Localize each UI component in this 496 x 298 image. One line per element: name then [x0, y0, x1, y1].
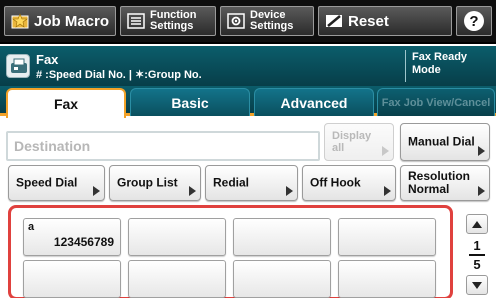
settings-icon [227, 13, 245, 29]
display-all-button[interactable]: Display all [324, 123, 394, 161]
destination-field[interactable]: Destination [6, 131, 320, 161]
redial-button[interactable]: Redial [205, 165, 298, 201]
fax-header: Fax # :Speed Dial No. | ✶:Group No. Fax … [0, 46, 496, 86]
speed-dial-entry[interactable]: a 123456789 [23, 218, 121, 256]
page-total: 5 [473, 257, 481, 272]
header-divider [405, 50, 406, 82]
scroll-up-button[interactable] [466, 214, 488, 234]
display-all-label: Display all [332, 130, 372, 154]
top-bar: Job Macro Function Settings Device Setti… [0, 0, 496, 44]
chevron-right-icon [478, 146, 485, 156]
speed-dial-button[interactable]: Speed Dial [8, 165, 105, 201]
reset-icon [325, 13, 343, 29]
tab-bar: Fax Basic Advanced Fax Job View/Cancel [0, 86, 496, 118]
device-settings-label: Device Settings [250, 9, 294, 32]
tab-fax-job-view-cancel-label: Fax Job View/Cancel [381, 96, 491, 109]
device-settings-button[interactable]: Device Settings [220, 6, 314, 36]
chevron-right-icon [189, 186, 196, 196]
job-macro-label: Job Macro [34, 12, 110, 30]
fax-main-panel: Destination Display all Manual Dial Spee… [0, 119, 496, 298]
destination-placeholder: Destination [14, 138, 91, 154]
fax-screen: Job Macro Function Settings Device Setti… [0, 0, 496, 298]
group-list-button[interactable]: Group List [109, 165, 201, 201]
reset-label: Reset [348, 12, 389, 30]
function-settings-label: Function Settings [150, 9, 197, 32]
chevron-down-icon [472, 281, 482, 289]
chevron-up-icon [472, 220, 482, 228]
speed-dial-entry[interactable] [128, 218, 226, 256]
resolution-label: Resolution Normal [408, 169, 470, 196]
chevron-right-icon [382, 146, 389, 156]
off-hook-button[interactable]: Off Hook [302, 165, 396, 201]
entry-number: 123456789 [53, 235, 114, 249]
tab-advanced-label: Advanced [280, 94, 348, 111]
tab-basic[interactable]: Basic [130, 88, 250, 116]
screen-subtitle: # :Speed Dial No. | ✶:Group No. [36, 69, 202, 81]
chevron-right-icon [286, 186, 293, 196]
screen-title: Fax [36, 52, 59, 67]
reset-button[interactable]: Reset [318, 6, 452, 36]
speed-dial-entry[interactable] [233, 260, 331, 298]
tab-fax-job-view-cancel[interactable]: Fax Job View/Cancel [377, 88, 495, 116]
manual-dial-button[interactable]: Manual Dial [400, 123, 490, 161]
help-button[interactable]: ? [456, 6, 492, 36]
speed-dial-entry[interactable] [338, 260, 436, 298]
help-icon: ? [464, 11, 484, 31]
speed-dial-entry[interactable] [23, 260, 121, 298]
function-settings-button[interactable]: Function Settings [120, 6, 216, 36]
job-macro-icon [11, 13, 29, 29]
tab-fax-label: Fax [53, 96, 79, 112]
speed-dial-entry[interactable] [128, 260, 226, 298]
off-hook-label: Off Hook [310, 175, 361, 190]
list-icon [127, 13, 145, 29]
entry-name: a [28, 221, 35, 233]
chevron-right-icon [384, 186, 391, 196]
speed-dial-label: Speed Dial [16, 175, 78, 190]
speed-dial-entry[interactable] [233, 218, 331, 256]
job-macro-button[interactable]: Job Macro [4, 6, 116, 36]
redial-label: Redial [213, 175, 250, 190]
speed-dial-grid: a 123456789 [8, 205, 453, 298]
fax-icon [6, 54, 30, 78]
manual-dial-label: Manual Dial [408, 134, 475, 149]
resolution-button[interactable]: Resolution Normal [400, 165, 490, 201]
group-list-label: Group List [117, 175, 178, 190]
page-divider [469, 254, 485, 256]
tab-fax[interactable]: Fax [6, 88, 126, 118]
tab-basic-label: Basic [171, 94, 209, 111]
page-current: 1 [473, 238, 481, 253]
scroll-down-button[interactable] [466, 275, 488, 295]
status-text: Fax Ready Mode [412, 51, 468, 76]
chevron-right-icon [93, 186, 100, 196]
tab-advanced[interactable]: Advanced [254, 88, 374, 116]
chevron-right-icon [478, 186, 485, 196]
speed-dial-entry[interactable] [338, 218, 436, 256]
